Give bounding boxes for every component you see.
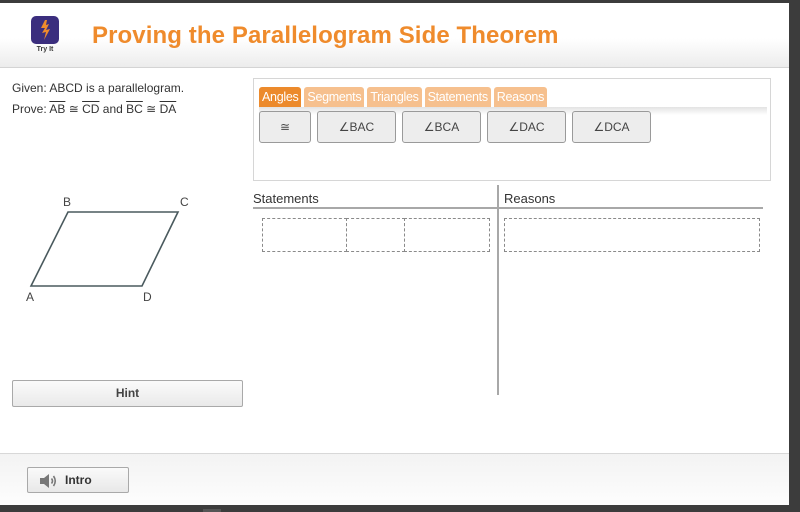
try-it-logo [31,16,59,44]
table-column-divider [497,185,499,395]
segment-ab: AB [49,102,66,116]
speaker-icon [40,474,57,488]
segment-da: DA [159,102,177,116]
tab-angles[interactable]: Angles [259,87,302,107]
and-text: and [99,102,127,116]
activity-frame: Try It Proving the Parallelogram Side Th… [0,3,789,505]
lightning-bolt-icon [41,20,50,40]
reason-drop-slot[interactable] [504,218,760,252]
vertex-label-a: A [26,290,34,304]
tab-statements[interactable]: Statements [424,87,491,107]
prove-statement: Prove: AB ≅ CD and BC ≅ DA [12,102,176,116]
tile-palette: Angles Segments Triangles Statements Rea… [253,78,771,181]
given-statement: Given: ABCD is a parallelogram. [12,81,185,95]
congruent-symbol: ≅ [142,102,160,116]
footer: Intro [0,453,789,505]
segment-bc: BC [126,102,143,116]
congruent-symbol: ≅ [65,102,83,116]
palette-tabs: Angles Segments Triangles Statements Rea… [259,87,548,107]
statements-header: Statements [253,191,319,206]
parallelogram-shape [29,211,180,287]
reasons-header: Reasons [504,191,556,206]
tile-angle-dac[interactable]: ∠DAC [487,111,566,143]
tab-segments[interactable]: Segments [304,87,365,107]
segment-cd: CD [82,102,100,116]
tile-list: ≅ ∠BAC ∠BCA ∠DAC ∠DCA [259,111,651,143]
vertex-label-c: C [180,195,189,209]
tab-triangles[interactable]: Triangles [367,87,422,107]
vertex-label-d: D [143,290,152,304]
statement-drop-slot-2[interactable] [346,218,405,252]
tile-congruent[interactable]: ≅ [259,111,311,143]
logo-label: Try It [36,46,54,53]
tab-reasons[interactable]: Reasons [493,87,548,107]
parallelogram-figure: A B C D [26,195,189,304]
tile-angle-bac[interactable]: ∠BAC [317,111,396,143]
hint-button[interactable]: Hint [12,380,243,407]
prove-prefix: Prove: [12,102,50,116]
statement-drop-slot-3[interactable] [404,218,490,252]
tile-angle-dca[interactable]: ∠DCA [572,111,651,143]
intro-label: Intro [65,473,92,487]
window-bottom-bar [0,505,800,512]
page-title: Proving the Parallelogram Side Theorem [92,22,559,49]
table-header-rule [253,207,763,209]
statement-drop-slot-1[interactable] [262,218,347,252]
intro-button[interactable]: Intro [27,467,129,493]
vertex-label-b: B [63,195,71,209]
header: Try It Proving the Parallelogram Side Th… [0,3,789,68]
tile-angle-bca[interactable]: ∠BCA [402,111,481,143]
